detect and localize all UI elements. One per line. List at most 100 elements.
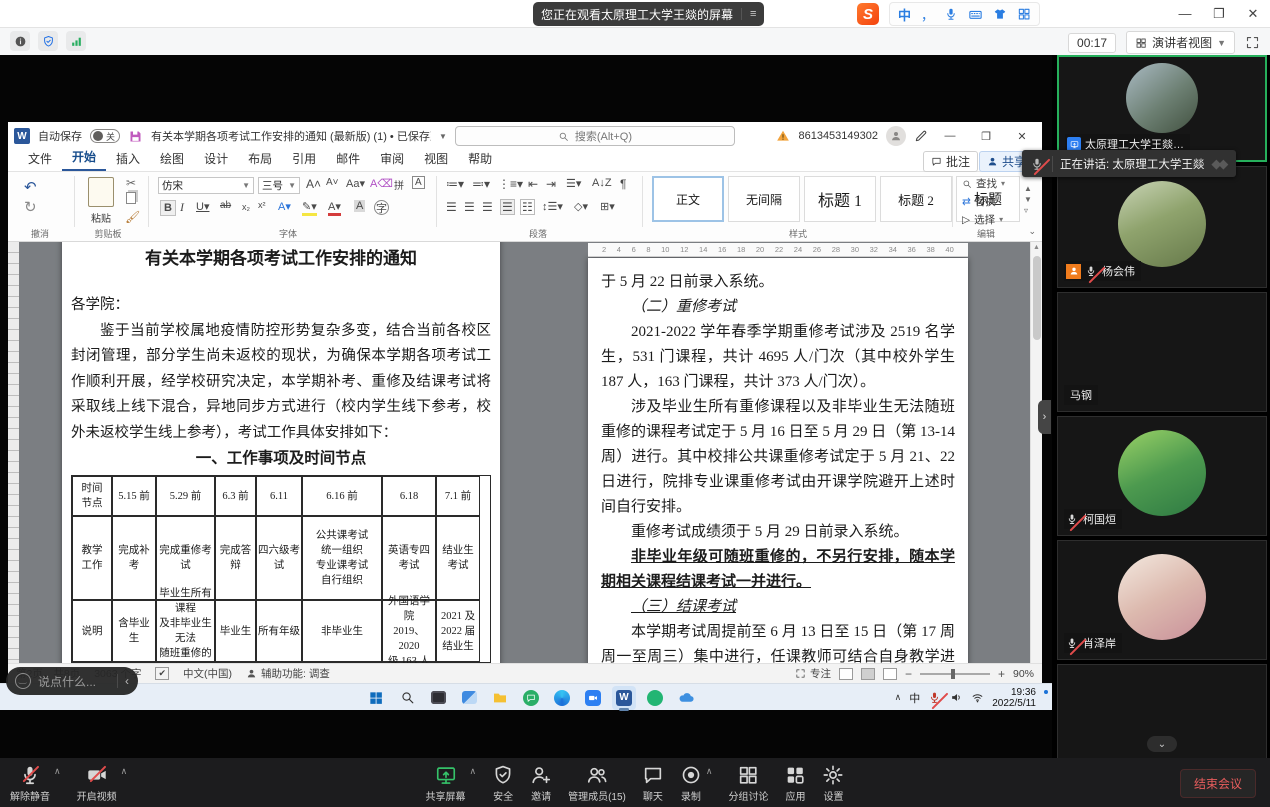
scroll-more-button[interactable]: ⌄ — [1147, 736, 1177, 752]
taskbar-clock[interactable]: 19:36 2022/5/11 — [992, 687, 1036, 709]
borders-icon[interactable]: ⊞▾ — [600, 200, 615, 213]
account-name[interactable]: 8613453149302 — [798, 130, 878, 142]
ime-toolbox-icon[interactable] — [1017, 7, 1031, 21]
style-heading1[interactable]: 标题 1 — [804, 176, 876, 222]
collapse-chat-icon[interactable]: ‹ — [117, 674, 129, 688]
ime-mic-icon[interactable] — [944, 7, 958, 21]
paste-label[interactable]: 粘贴 — [82, 210, 120, 225]
comments-button[interactable]: 批注 — [923, 151, 978, 172]
tab-file[interactable]: 文件 — [18, 148, 62, 171]
document-area[interactable]: 有关本学期各项考试工作安排的通知 各学院： 鉴于当前学校属地疫情防控形势复杂多变… — [8, 242, 1042, 663]
autosave-toggle[interactable]: 关 — [90, 129, 120, 143]
pen-mode-icon[interactable] — [914, 129, 928, 143]
find-button[interactable]: 查找▾ — [962, 176, 1005, 191]
distribute-icon[interactable]: ☷ — [520, 199, 535, 215]
taskbar-search-icon[interactable] — [395, 686, 419, 710]
redo-icon[interactable]: ↻ — [24, 198, 37, 216]
increase-indent-icon[interactable]: ⇥ — [546, 177, 556, 191]
strikethrough-button[interactable]: ab — [220, 200, 231, 211]
select-button[interactable]: ▷选择▾ — [962, 212, 1003, 227]
tab-layout[interactable]: 布局 — [238, 148, 282, 171]
format-painter-icon[interactable]: 🖌 — [125, 210, 140, 224]
phonetic-guide-icon[interactable]: 拼 — [394, 177, 404, 192]
tray-ime-indicator[interactable]: 中 — [909, 690, 920, 706]
minimize-button[interactable]: — — [1168, 0, 1202, 27]
title-dropdown-icon[interactable]: ▼ — [439, 132, 447, 141]
clear-format-icon[interactable]: A⌫ — [370, 177, 393, 190]
tab-draw[interactable]: 绘图 — [150, 148, 194, 171]
tab-design[interactable]: 设计 — [194, 148, 238, 171]
text-effects-icon[interactable]: A▾ — [278, 200, 291, 213]
tab-insert[interactable]: 插入 — [106, 148, 150, 171]
task-view-icon[interactable] — [426, 686, 450, 710]
paste-icon[interactable] — [88, 177, 114, 207]
meeting-info-icon[interactable] — [10, 31, 30, 51]
zoom-in-button[interactable]: + — [998, 667, 1005, 681]
word-close-button[interactable]: ✕ — [1008, 130, 1036, 143]
undo-icon[interactable]: ↶ — [24, 178, 37, 196]
shrink-font-icon[interactable]: A˅ — [326, 177, 339, 188]
share-screen-button[interactable]: 共享屏幕 — [426, 764, 466, 803]
style-heading2[interactable]: 标题 2 — [880, 176, 952, 222]
tray-expand-icon[interactable]: ∧ — [895, 692, 902, 703]
save-icon[interactable] — [128, 129, 143, 144]
zoom-slider-thumb[interactable] — [951, 669, 955, 679]
participant-tile[interactable]: ⌄ — [1057, 664, 1267, 760]
decrease-indent-icon[interactable]: ⇤ — [528, 177, 538, 191]
tab-help[interactable]: 帮助 — [458, 148, 502, 171]
zoom-slider[interactable] — [920, 673, 990, 675]
meeting-app-icon[interactable] — [581, 686, 605, 710]
replace-button[interactable]: ⇄替换 — [962, 194, 996, 209]
word-minimize-button[interactable]: — — [936, 130, 964, 142]
ime-lang-toggle[interactable]: 中 — [898, 5, 911, 24]
multilevel-list-icon[interactable]: ⋮≡▾ — [498, 177, 523, 191]
zoom-level[interactable]: 90% — [1013, 668, 1034, 680]
page-right[interactable]: 于 5 月 22 日前录入系统。 （二）重修考试 2021-2022 学年春季学… — [588, 258, 968, 663]
line-spacing-icon[interactable]: ↕☰▾ — [542, 200, 563, 213]
zoom-out-button[interactable]: − — [905, 667, 912, 681]
security-button[interactable]: 安全 — [492, 764, 514, 803]
asian-layout-icon[interactable]: ☰▾ — [566, 177, 581, 190]
copy-icon[interactable] — [126, 192, 136, 204]
end-meeting-button[interactable]: 结束会议 — [1180, 769, 1256, 798]
align-center-icon[interactable]: ☰ — [464, 200, 475, 214]
document-title[interactable]: 有关本学期各项考试工作安排的通知 (最新版) (1) • 已保存到这台电脑 — [151, 128, 431, 144]
tab-mailings[interactable]: 邮件 — [326, 148, 370, 171]
horizontal-ruler[interactable]: 246810121416182022242628303234363840 — [588, 243, 968, 257]
record-options-caret[interactable]: ∧ — [706, 766, 713, 777]
meeting-security-icon[interactable] — [38, 31, 58, 51]
scrollbar-thumb[interactable] — [1033, 256, 1041, 340]
banner-menu-icon[interactable]: ≡ — [741, 8, 756, 20]
style-normal[interactable]: 正文 — [652, 176, 724, 222]
tray-mic-muted-icon[interactable] — [928, 691, 942, 704]
tab-home[interactable]: 开始 — [62, 146, 106, 171]
show-marks-icon[interactable]: ¶ — [620, 177, 626, 191]
numbering-icon[interactable]: ≕▾ — [472, 177, 490, 191]
subscript-button[interactable]: x₂ — [242, 202, 250, 212]
tray-network-icon[interactable] — [971, 691, 984, 704]
manage-members-button[interactable]: 管理成员(15) — [568, 764, 626, 803]
styles-scroll[interactable]: ▲▼▿ — [1024, 184, 1032, 215]
style-no-spacing[interactable]: 无间隔 — [728, 176, 800, 222]
spellcheck-icon[interactable]: ✔ — [155, 667, 169, 680]
widgets-icon[interactable] — [457, 686, 481, 710]
bullets-icon[interactable]: ≔▾ — [446, 177, 464, 191]
restore-button[interactable]: ❐ — [1202, 0, 1236, 27]
ime-skin-icon[interactable] — [993, 7, 1007, 21]
participant-tile[interactable]: 杨会伟 — [1057, 166, 1267, 288]
emoji-icon[interactable] — [15, 673, 31, 689]
font-color-icon[interactable]: A▾ — [328, 200, 341, 216]
change-case-icon[interactable]: Aa▾ — [346, 177, 365, 190]
start-button[interactable] — [364, 686, 388, 710]
participant-tile[interactable]: 马钢 — [1057, 292, 1267, 412]
font-size-select[interactable]: 三号▼ — [258, 177, 300, 194]
align-left-icon[interactable]: ☰ — [446, 200, 457, 214]
ime-punct-toggle[interactable]: ， — [921, 5, 934, 24]
fullscreen-icon[interactable] — [1245, 35, 1260, 50]
notification-dot[interactable] — [1044, 690, 1048, 694]
record-button[interactable]: 录制 — [680, 764, 702, 803]
green-app-icon[interactable] — [643, 686, 667, 710]
warning-icon[interactable] — [776, 129, 790, 143]
bold-button[interactable]: B — [160, 200, 176, 216]
grow-font-icon[interactable]: A˄ — [306, 177, 321, 191]
